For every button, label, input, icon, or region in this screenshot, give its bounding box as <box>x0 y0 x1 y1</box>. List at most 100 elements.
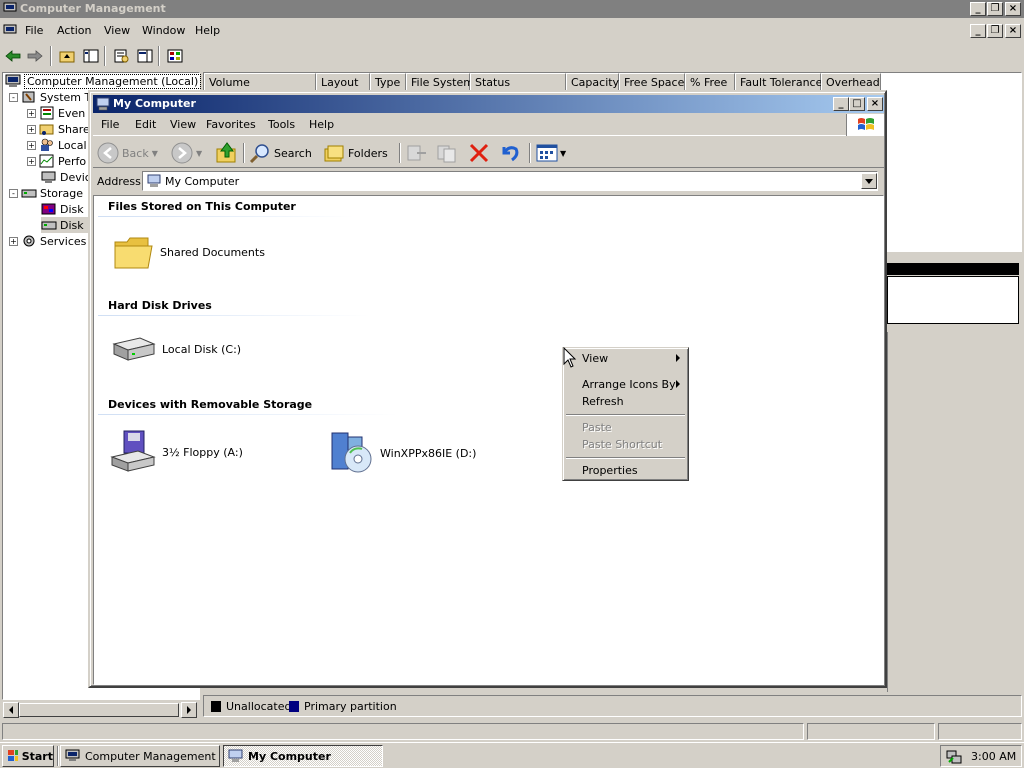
delete-button[interactable] <box>467 141 493 165</box>
child-minimize-button[interactable]: _ <box>970 24 986 38</box>
floppy-a-item[interactable]: 3½ Floppy (A:) <box>110 429 243 475</box>
menu-view[interactable]: View <box>104 24 130 37</box>
explorer-titlebar[interactable]: My Computer _ □ × <box>93 95 884 113</box>
minimize-button[interactable]: _ <box>970 2 986 16</box>
ctx-arrange-icons-by[interactable]: Arrange Icons By <box>582 378 676 391</box>
collapse-toggle[interactable]: - <box>9 92 18 102</box>
menu-tools[interactable]: Tools <box>268 118 295 131</box>
ctx-paste[interactable]: Paste <box>582 421 612 434</box>
explorer-title: My Computer <box>113 97 196 110</box>
forward-button[interactable]: ▼ <box>171 141 211 165</box>
child-restore-button[interactable]: ❐ <box>987 24 1003 38</box>
move-to-button[interactable] <box>405 141 431 165</box>
ctx-refresh[interactable]: Refresh <box>582 395 624 408</box>
close-button[interactable]: × <box>1005 2 1021 16</box>
explorer-content[interactable]: Files Stored on This Computer Shared Doc… <box>93 195 884 685</box>
help-icon <box>167 49 183 63</box>
menu-favorites[interactable]: Favorites <box>206 118 256 131</box>
menu-action[interactable]: Action <box>57 24 91 37</box>
explorer-maximize-button[interactable]: □ <box>849 97 865 111</box>
address-input[interactable]: My Computer <box>142 171 878 191</box>
task-my-computer[interactable]: My Computer <box>223 745 383 767</box>
group-header-hdd: Hard Disk Drives <box>108 299 212 312</box>
views-dropdown-icon[interactable]: ▼ <box>560 149 566 158</box>
folders-label: Folders <box>348 146 388 160</box>
collapse-toggle[interactable]: - <box>9 188 18 198</box>
forward-button[interactable] <box>24 46 46 66</box>
menu-file[interactable]: File <box>101 118 119 131</box>
column-volume[interactable]: Volume <box>204 73 316 91</box>
clock[interactable]: 3:00 AM <box>971 750 1016 763</box>
back-button[interactable] <box>2 46 24 66</box>
explorer-close-button[interactable]: × <box>867 97 883 111</box>
expand-toggle[interactable]: + <box>27 124 36 134</box>
tree-item-local-users[interactable]: + Local <box>27 137 87 153</box>
group-divider <box>98 414 398 415</box>
tree-item-services[interactable]: + Services <box>9 233 86 249</box>
tree-item-event-viewer[interactable]: + Even <box>27 105 85 121</box>
expand-toggle[interactable]: + <box>27 156 36 166</box>
tree-horizontal-scrollbar[interactable] <box>2 702 198 718</box>
expand-toggle[interactable]: + <box>27 140 36 150</box>
up-level-button[interactable] <box>56 46 78 66</box>
my-computer-icon <box>96 97 110 111</box>
restore-button[interactable]: ❐ <box>987 2 1003 16</box>
column-fault-tolerance[interactable]: Fault Tolerance <box>735 73 822 91</box>
start-button[interactable]: Start <box>2 745 54 767</box>
expand-toggle[interactable]: + <box>9 236 18 246</box>
properties-button[interactable] <box>110 46 132 66</box>
column-file-system[interactable]: File System <box>406 73 474 91</box>
explorer-minimize-button[interactable]: _ <box>833 97 849 111</box>
menu-edit[interactable]: Edit <box>135 118 156 131</box>
scroll-left-button[interactable] <box>3 702 19 718</box>
column-status[interactable]: Status <box>470 73 566 91</box>
ctx-properties[interactable]: Properties <box>582 464 638 477</box>
copy-to-button[interactable] <box>435 141 461 165</box>
console-icon <box>3 24 17 34</box>
pane-splitter[interactable] <box>887 255 1022 263</box>
disk-partition-block[interactable] <box>887 276 1019 324</box>
my-computer-window[interactable]: My Computer _ □ × File Edit View Favorit… <box>88 90 887 688</box>
menu-view[interactable]: View <box>170 118 196 131</box>
views-button[interactable]: ▼ <box>535 141 571 165</box>
menu-help[interactable]: Help <box>309 118 334 131</box>
column-type[interactable]: Type <box>370 73 406 91</box>
column-layout[interactable]: Layout <box>316 73 370 91</box>
expand-toggle[interactable]: + <box>27 108 36 118</box>
mmc-titlebar[interactable]: Computer Management _ ❐ × <box>0 0 1024 18</box>
undo-button[interactable] <box>497 141 523 165</box>
up-folder-button[interactable] <box>215 141 239 165</box>
forward-dropdown-icon[interactable]: ▼ <box>196 149 202 158</box>
shared-documents-item[interactable]: Shared Documents <box>112 232 265 272</box>
address-dropdown-button[interactable] <box>861 173 877 189</box>
tree-root[interactable]: Computer Management (Local) <box>5 73 202 89</box>
tree-item-storage[interactable]: - Storage <box>9 185 83 201</box>
ctx-paste-shortcut[interactable]: Paste Shortcut <box>582 438 662 451</box>
cd-drive-d-item[interactable]: WinXPPx86IE (D:) <box>328 429 476 477</box>
show-hide-action-pane-button[interactable] <box>134 46 156 66</box>
scroll-thumb[interactable] <box>19 703 179 717</box>
menu-window[interactable]: Window <box>142 24 185 37</box>
help-topic-button[interactable] <box>164 46 186 66</box>
tree-item-device-manager[interactable]: Devic <box>41 169 91 185</box>
show-hide-tree-button[interactable] <box>80 46 102 66</box>
network-tray-icon[interactable] <box>946 749 962 765</box>
tree-item-shared-folders[interactable]: + Share <box>27 121 90 137</box>
column-free-space[interactable]: Free Space <box>619 73 685 91</box>
menu-file[interactable]: File <box>25 24 43 37</box>
child-close-button[interactable]: × <box>1005 24 1021 38</box>
column-overhead[interactable]: Overhead <box>821 73 881 91</box>
menu-help[interactable]: Help <box>195 24 220 37</box>
ctx-view[interactable]: View <box>582 352 608 365</box>
scroll-right-button[interactable] <box>181 702 197 718</box>
task-computer-management[interactable]: Computer Management <box>60 745 220 767</box>
search-button[interactable]: Search <box>249 141 317 165</box>
tree-item-performance-logs[interactable]: + Perfo <box>27 153 86 169</box>
column-percent-free[interactable]: % Free <box>685 73 735 91</box>
back-button[interactable]: Back ▼ <box>97 141 159 165</box>
tree-item-system-tools[interactable]: - System T <box>9 89 91 105</box>
local-disk-c-item[interactable]: Local Disk (C:) <box>110 332 241 366</box>
back-dropdown-icon[interactable]: ▼ <box>152 149 158 158</box>
column-capacity[interactable]: Capacity <box>566 73 619 91</box>
folders-button[interactable]: Folders <box>323 141 391 165</box>
